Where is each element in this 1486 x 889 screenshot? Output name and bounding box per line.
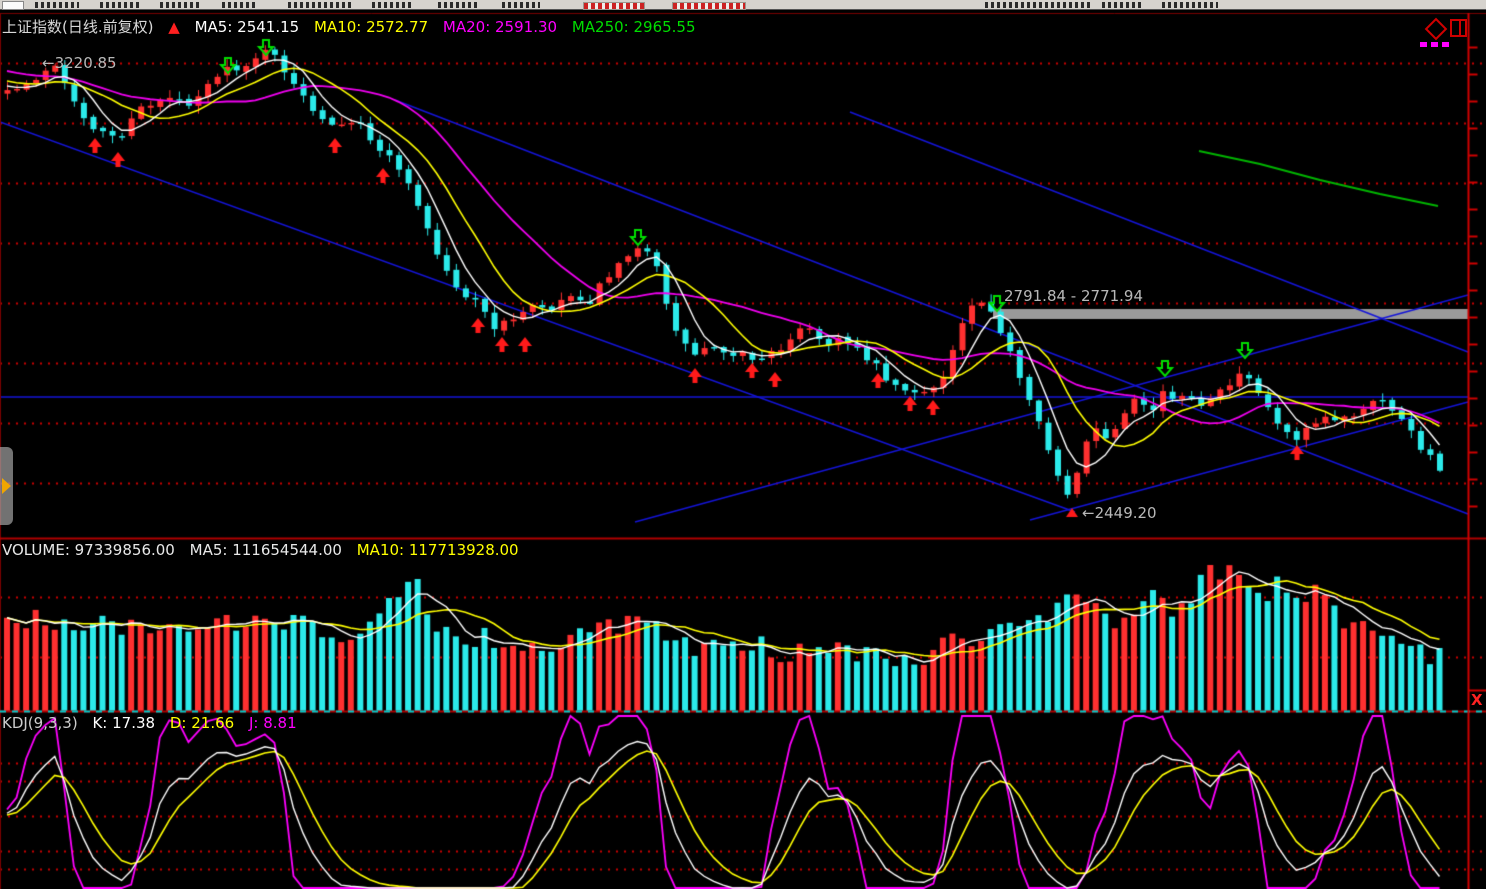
kdj-params: KDJ(9,3,3) — [2, 714, 78, 732]
up-arrow-icon: ▲ — [168, 18, 180, 36]
ma20-legend: MA20: 2591.30 — [443, 18, 557, 36]
magenta-ellipsis-icon — [1420, 42, 1452, 47]
window-layout-icon[interactable] — [1450, 19, 1467, 37]
expand-arrow-icon — [2, 478, 11, 494]
high-price-label: ←3220.85 — [42, 54, 117, 72]
chart-canvas[interactable] — [0, 0, 1486, 889]
kdj-header-row: KDJ(9,3,3) K: 17.38 D: 21.66 J: 8.81 — [2, 714, 307, 732]
pane-close-button[interactable]: X — [1471, 691, 1486, 710]
panel-expand-tab[interactable] — [0, 447, 13, 525]
volume-ma5-value: MA5: 111654544.00 — [190, 541, 342, 559]
page-title: 上证指数(日线.前复权) — [2, 18, 153, 36]
volume-value: VOLUME: 97339856.00 — [2, 541, 175, 559]
ma250-legend: MA250: 2965.55 — [572, 18, 696, 36]
low-price-label: ←2449.20 — [1082, 504, 1157, 522]
volume-ma10-value: MA10: 117713928.00 — [357, 541, 519, 559]
ma5-legend: MA5: 2541.15 — [195, 18, 300, 36]
trading-terminal: 上证指数(日线.前复权) ▲ MA5: 2541.15 MA10: 2572.7… — [0, 0, 1486, 889]
kdj-d-value: D: 21.66 — [170, 714, 234, 732]
chart-title-row: 上证指数(日线.前复权) ▲ MA5: 2541.15 MA10: 2572.7… — [2, 16, 706, 37]
volume-header-row: VOLUME: 97339856.00 MA5: 111654544.00 MA… — [2, 541, 529, 559]
gap-price-label: 2791.84 - 2771.94 — [1004, 287, 1143, 305]
ma10-legend: MA10: 2572.77 — [314, 18, 428, 36]
kdj-j-value: J: 8.81 — [249, 714, 297, 732]
kdj-k-value: K: 17.38 — [92, 714, 155, 732]
